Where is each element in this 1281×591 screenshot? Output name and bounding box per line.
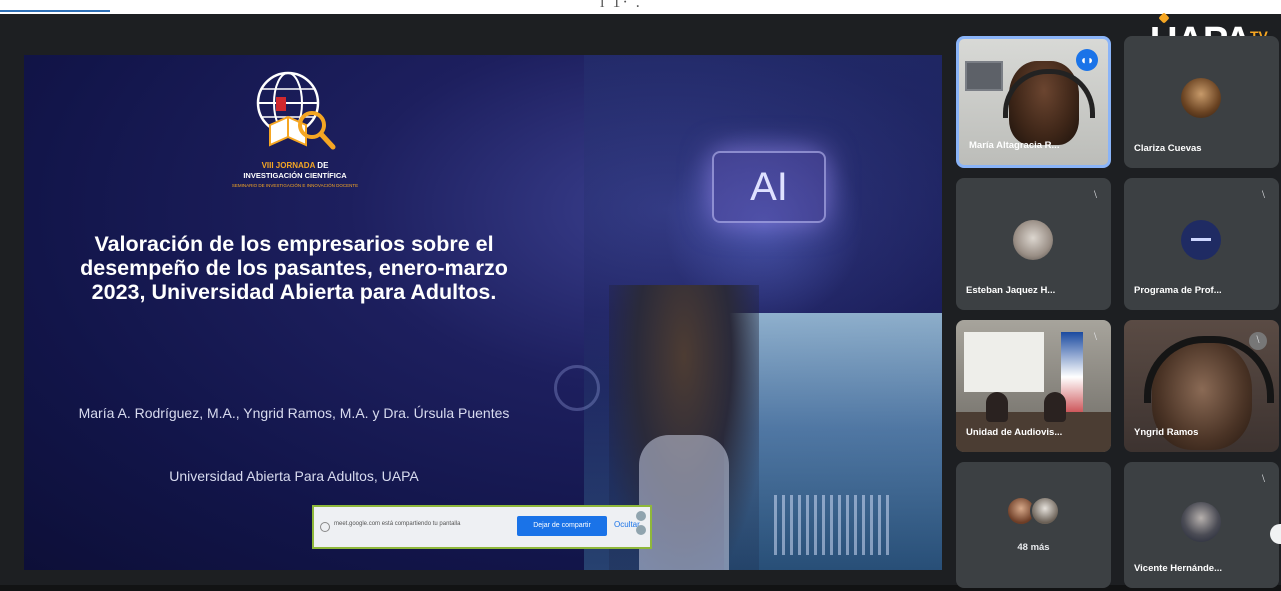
- mic-off-icon: ⧵: [1093, 190, 1097, 201]
- logo-line-1: VIII JORNADA DE: [261, 161, 329, 170]
- more-participants-count: 48 más: [1017, 542, 1050, 553]
- top-link-underline[interactable]: [0, 10, 110, 12]
- screen-share-notification: meet.google.com está compartiendo tu pan…: [312, 505, 652, 549]
- avatar: [1013, 220, 1053, 260]
- chart-graphic: [774, 495, 894, 555]
- participant-tile[interactable]: ⧵ Yngrid Ramos: [1124, 320, 1279, 452]
- participant-tile[interactable]: ⧵ Programa de Prof...: [1124, 178, 1279, 310]
- event-logo: VIII JORNADA DE INVESTIGACIÓN CIENTÍFICA…: [200, 65, 390, 205]
- participant-name: Yngrid Ramos: [1134, 427, 1199, 438]
- ai-label: AI: [750, 165, 788, 209]
- participant-tile[interactable]: Clariza Cuevas: [1124, 36, 1279, 168]
- stop-sharing-button[interactable]: Dejar de compartir: [517, 516, 607, 536]
- participant-name: Programa de Prof...: [1134, 285, 1222, 296]
- avatar: [1181, 78, 1221, 118]
- participant-tile[interactable]: ◖◗ María Altagracia R...: [956, 36, 1111, 168]
- avatar: [1181, 220, 1221, 260]
- speaking-indicator-icon: ◖◗: [1076, 49, 1098, 71]
- side-control-icon[interactable]: [636, 511, 646, 521]
- logo-line-3: SEMINARIO DE INVESTIGACIÓN E INNOVACIÓN …: [231, 183, 359, 188]
- avatar: [1030, 496, 1060, 526]
- mic-off-icon: ⧵: [1261, 474, 1265, 485]
- share-message: meet.google.com está compartiendo tu pan…: [334, 521, 461, 527]
- info-icon: [320, 522, 330, 532]
- mic-off-icon: ⧵: [1093, 332, 1097, 343]
- person-shirt: [639, 435, 729, 570]
- participant-name: María Altagracia R...: [969, 140, 1060, 151]
- participant-name: Esteban Jaquez H...: [966, 285, 1056, 296]
- participant-tile[interactable]: ⧵ Vicente Hernánde...: [1124, 462, 1279, 588]
- participant-name: Unidad de Audiovis...: [966, 427, 1063, 438]
- room-screen: [964, 332, 1044, 392]
- slide-title: Valoración de los empresarios sobre el d…: [80, 232, 508, 304]
- presentation-slide: AI VIII JORNADA DE INVESTIGACIÓN CIENTÍF…: [24, 55, 942, 570]
- person: [1044, 392, 1066, 422]
- person: [986, 392, 1008, 422]
- side-control-icon[interactable]: [636, 525, 646, 535]
- ai-graphic: AI: [712, 151, 826, 223]
- logo-line-2: INVESTIGACIÓN CIENTÍFICA: [243, 171, 347, 180]
- participant-tile[interactable]: ⧵ Esteban Jaquez H...: [956, 178, 1111, 310]
- background-frame: [965, 61, 1003, 91]
- mic-off-icon: ⧵: [1249, 332, 1267, 350]
- participant-name: Clariza Cuevas: [1134, 143, 1202, 154]
- decorative-ring: [554, 365, 600, 411]
- browser-top-strip: i 1· .: [0, 0, 1281, 14]
- partial-heading-text: i 1· .: [600, 0, 642, 11]
- globe-search-icon: [256, 71, 336, 150]
- slide-institution: Universidad Abierta Para Adultos, UAPA: [169, 468, 419, 484]
- participant-name: Vicente Hernánde...: [1134, 563, 1222, 574]
- participant-tile[interactable]: ⧵ Unidad de Audiovis...: [956, 320, 1111, 452]
- avatar: [1181, 502, 1221, 542]
- mic-off-icon: ⧵: [1261, 190, 1265, 201]
- more-participants-tile[interactable]: 48 más: [956, 462, 1111, 588]
- slide-authors: María A. Rodríguez, M.A., Yngrid Ramos, …: [78, 405, 510, 421]
